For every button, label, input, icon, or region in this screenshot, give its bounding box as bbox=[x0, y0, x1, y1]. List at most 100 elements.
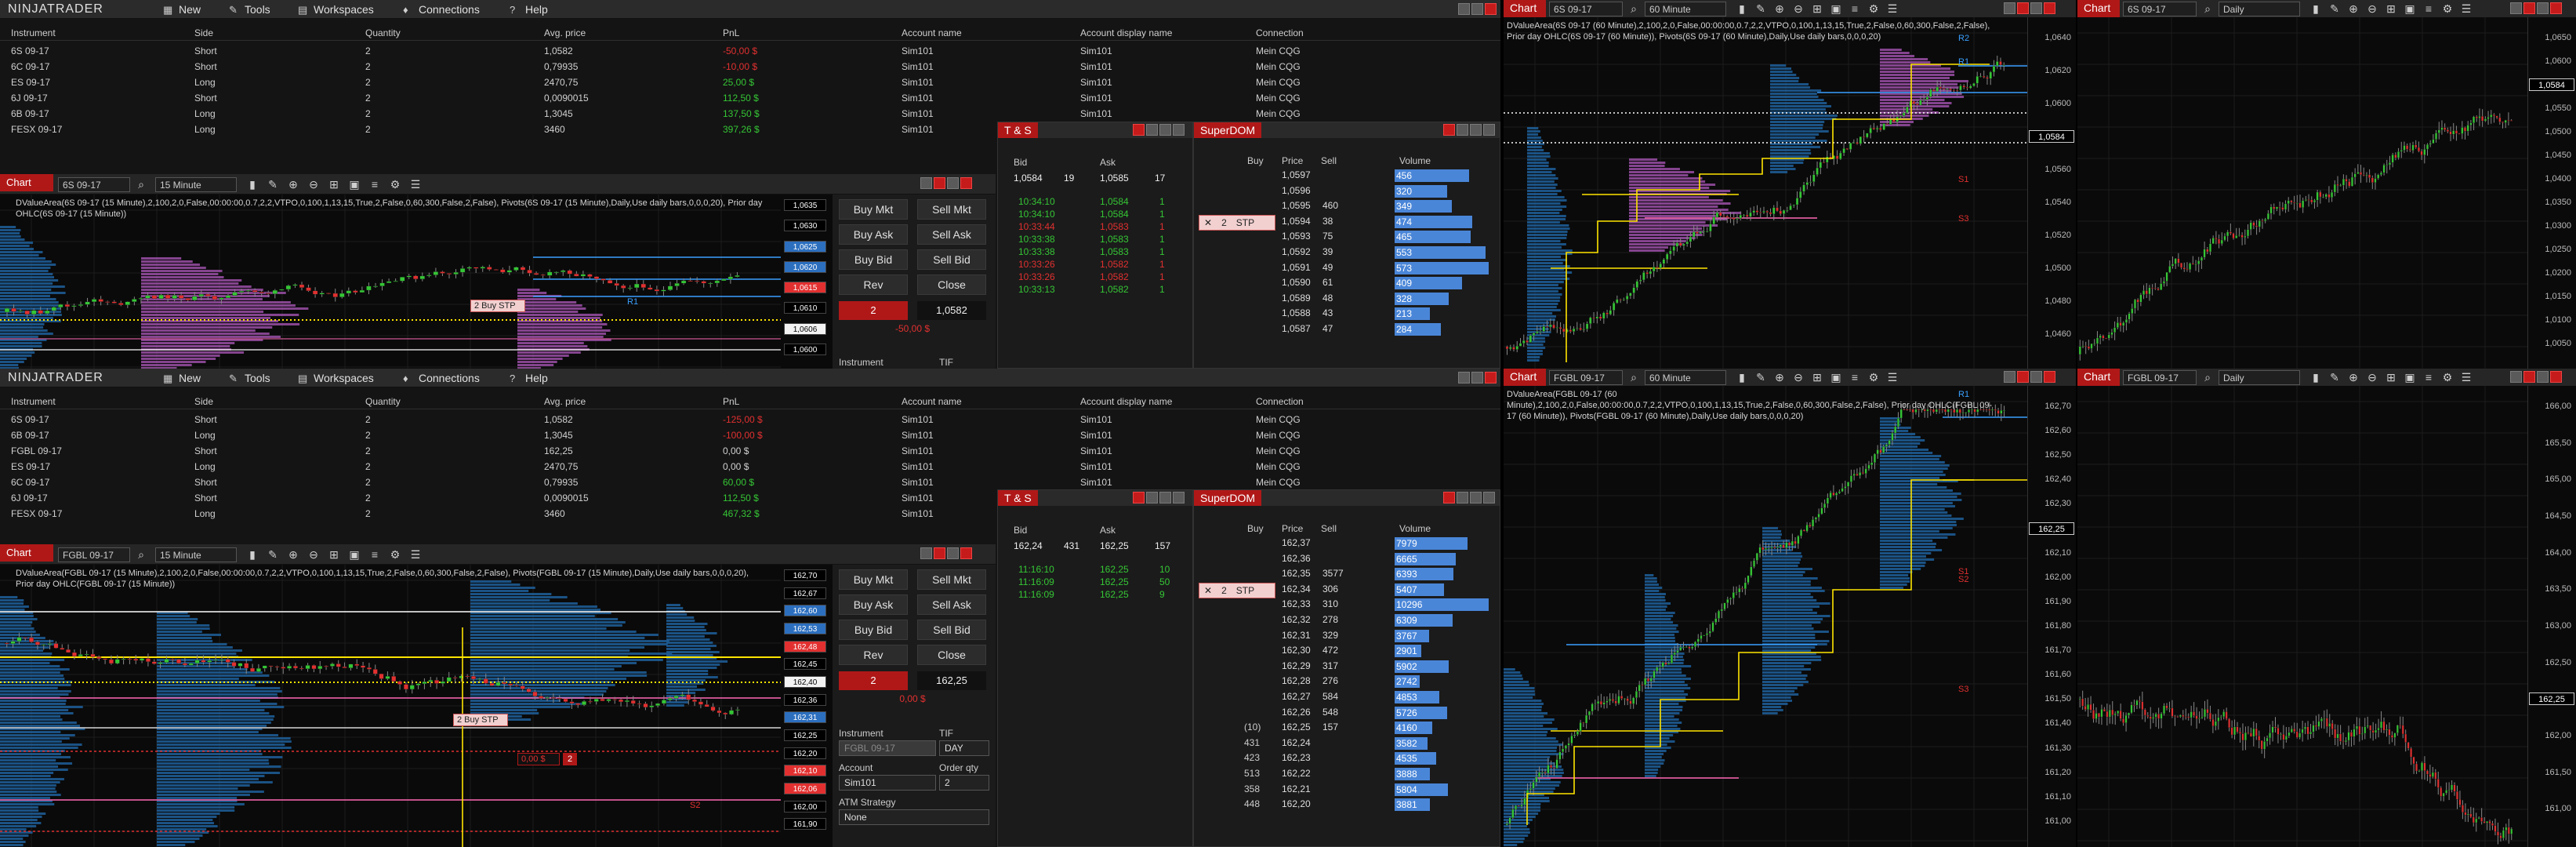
dom-sell-cell[interactable]: 317 bbox=[1322, 660, 1338, 671]
dom-price-cell[interactable]: 162,37 bbox=[1282, 537, 1311, 548]
table-row[interactable]: 6J 09-17 Short 2 0,0090015 112,50 $ Sim101 Sim… bbox=[0, 89, 1500, 106]
close-button[interactable] bbox=[2017, 371, 2029, 383]
menu-connections[interactable]: ♦ Connections bbox=[403, 3, 480, 16]
close-button[interactable] bbox=[934, 547, 945, 559]
interval-selector[interactable]: Daily bbox=[2219, 2, 2300, 16]
dom-price-cell[interactable]: 162,23 bbox=[1282, 752, 1311, 763]
price-chart[interactable]: R1 bbox=[0, 194, 784, 369]
maximize-button[interactable] bbox=[947, 547, 959, 559]
table-row[interactable]: 6B 09-17 Long 2 1,3045 -100,00 $ Sim101 Sim101… bbox=[0, 427, 1500, 443]
maximize-button[interactable] bbox=[1471, 372, 1483, 384]
bar-type-icon[interactable]: ▮ bbox=[1736, 2, 1748, 15]
column-header[interactable]: Avg. price bbox=[544, 27, 586, 38]
menu-connections[interactable]: ♦ Connections bbox=[403, 372, 480, 384]
menu-new[interactable]: ▦ New bbox=[163, 372, 201, 385]
instrument-selector[interactable]: 6S 09-17 bbox=[2123, 2, 2197, 16]
price-chart[interactable] bbox=[2077, 386, 2527, 847]
sell-bid-button[interactable]: Sell Bid bbox=[917, 249, 986, 270]
templates-icon[interactable]: ▣ bbox=[1830, 371, 1842, 384]
close-button[interactable] bbox=[2044, 2, 2055, 14]
column-header[interactable]: Quantity bbox=[365, 396, 401, 407]
buy-market-button[interactable]: Buy Mkt bbox=[839, 569, 908, 590]
table-row[interactable]: FGBL 09-17 Short 2 162,25 0,00 $ Sim101 Sim101… bbox=[0, 442, 1500, 459]
instrument-selector[interactable]: 6S 09-17 bbox=[58, 177, 130, 192]
sell-ask-button[interactable]: Sell Ask bbox=[917, 594, 986, 615]
dom-sell-cell[interactable]: 306 bbox=[1322, 583, 1338, 594]
properties-icon[interactable]: ☰ bbox=[409, 178, 422, 191]
search-icon[interactable]: ⌕ bbox=[1627, 2, 1640, 15]
dom-price-cell[interactable]: 1,0587 bbox=[1282, 323, 1311, 334]
dom-price-cell[interactable]: 1,0588 bbox=[1282, 307, 1311, 318]
close-button[interactable] bbox=[1485, 3, 1497, 15]
dom-price-cell[interactable]: 162,36 bbox=[1282, 553, 1311, 564]
column-header[interactable]: Connection bbox=[1256, 396, 1304, 407]
menu-tools[interactable]: ✎ Tools bbox=[229, 3, 270, 16]
working-order[interactable]: ✕ 2 STP bbox=[1199, 583, 1275, 598]
column-header[interactable]: Instrument bbox=[11, 27, 56, 38]
column-header[interactable]: PnL bbox=[723, 396, 739, 407]
buy-market-button[interactable]: Buy Mkt bbox=[839, 199, 908, 220]
minimize-button[interactable] bbox=[1457, 492, 1468, 503]
zoom-in-icon[interactable]: ⊕ bbox=[1773, 371, 1786, 384]
price-chart[interactable]: R2R1S1S3 bbox=[1504, 17, 2027, 369]
chart-working-order[interactable]: 2 Buy STP bbox=[470, 300, 525, 312]
table-row[interactable]: 6C 09-17 Short 2 0,79935 60,00 $ Sim101 Sim101… bbox=[0, 474, 1500, 490]
menu-help[interactable]: ? Help bbox=[510, 3, 548, 16]
price-axis[interactable]: 162,70 162,67 162,60 162,53 162,48 162,45 162,… bbox=[781, 565, 831, 847]
close-button[interactable] bbox=[2017, 2, 2029, 14]
tif-select[interactable]: DAY bbox=[939, 740, 989, 756]
dom-price-cell[interactable]: 162,33 bbox=[1282, 598, 1311, 609]
minimize-button[interactable] bbox=[1458, 3, 1470, 15]
draw-tool-icon[interactable]: ✎ bbox=[267, 548, 279, 561]
dom-sell-cell[interactable]: 460 bbox=[1322, 200, 1338, 211]
strategies-icon[interactable]: ⚙ bbox=[389, 548, 401, 561]
bar-type-icon[interactable]: ▮ bbox=[2309, 2, 2322, 15]
column-header[interactable]: Avg. price bbox=[544, 396, 586, 407]
zoom-out-icon[interactable]: ⊖ bbox=[307, 178, 320, 191]
properties-icon[interactable]: ☰ bbox=[1886, 371, 1899, 384]
dom-price-cell[interactable]: 162,28 bbox=[1282, 675, 1311, 686]
table-row[interactable]: ES 09-17 Long 2 2470,75 25,00 $ Sim101 Sim101 M… bbox=[0, 74, 1500, 90]
price-chart[interactable]: R1S1S2S3 bbox=[1504, 386, 2027, 847]
atm-strategy-select[interactable]: None bbox=[839, 809, 989, 825]
dom-price-cell[interactable]: 1,0594 bbox=[1282, 216, 1311, 227]
minimize-button[interactable] bbox=[920, 177, 932, 189]
price-axis[interactable]: 166,00 165,50 165,00 164,50 164,00 163,50 163,… bbox=[2527, 386, 2576, 847]
cancel-order-icon[interactable]: ✕ bbox=[1204, 585, 1212, 596]
dom-sell-cell[interactable]: 39 bbox=[1322, 246, 1333, 257]
minimize-button[interactable] bbox=[2004, 371, 2015, 383]
sell-ask-button[interactable]: Sell Ask bbox=[917, 224, 986, 245]
zoom-in-icon[interactable]: ⊕ bbox=[1773, 2, 1786, 15]
search-icon[interactable]: ⌕ bbox=[2201, 371, 2214, 384]
indicators-icon[interactable]: ≡ bbox=[368, 548, 381, 561]
zoom-in-icon[interactable]: ⊕ bbox=[2347, 371, 2360, 384]
close-position-button[interactable]: Close bbox=[917, 645, 986, 665]
instrument-selector[interactable]: 6S 09-17 bbox=[1549, 2, 1623, 16]
dom-buy-cell[interactable]: 431 bbox=[1244, 737, 1260, 748]
draw-tool-icon[interactable]: ✎ bbox=[2328, 2, 2341, 15]
column-header[interactable]: Side bbox=[194, 27, 213, 38]
close-position-button[interactable]: Close bbox=[917, 274, 986, 295]
strategies-icon[interactable]: ⚙ bbox=[389, 178, 401, 191]
minimize-button[interactable] bbox=[2004, 2, 2015, 14]
crosshair-icon[interactable]: ⊞ bbox=[2385, 371, 2397, 384]
menu-workspaces[interactable]: ▤ Workspaces bbox=[298, 372, 374, 385]
close-button[interactable] bbox=[1443, 124, 1455, 136]
dom-sell-cell[interactable]: 49 bbox=[1322, 262, 1333, 273]
dom-price-cell[interactable]: 162,31 bbox=[1282, 630, 1311, 641]
close-button[interactable] bbox=[1133, 492, 1145, 503]
dom-price-cell[interactable]: 1,0595 bbox=[1282, 200, 1311, 211]
zoom-out-icon[interactable]: ⊖ bbox=[1792, 371, 1805, 384]
properties-icon[interactable]: ☰ bbox=[2460, 371, 2473, 384]
dom-price-cell[interactable]: 1,0591 bbox=[1282, 262, 1311, 273]
close-button[interactable] bbox=[2523, 2, 2535, 14]
minimize-button[interactable] bbox=[1146, 492, 1158, 503]
zoom-in-icon[interactable]: ⊕ bbox=[2347, 2, 2360, 15]
indicators-icon[interactable]: ≡ bbox=[1849, 371, 1861, 384]
maximize-button[interactable] bbox=[2030, 2, 2042, 14]
close-button[interactable] bbox=[960, 547, 972, 559]
dom-price-cell[interactable]: 1,0596 bbox=[1282, 185, 1311, 196]
instrument-select[interactable]: FGBL 09-17 bbox=[839, 740, 936, 756]
zoom-in-icon[interactable]: ⊕ bbox=[287, 548, 299, 561]
buy-bid-button[interactable]: Buy Bid bbox=[839, 249, 908, 270]
